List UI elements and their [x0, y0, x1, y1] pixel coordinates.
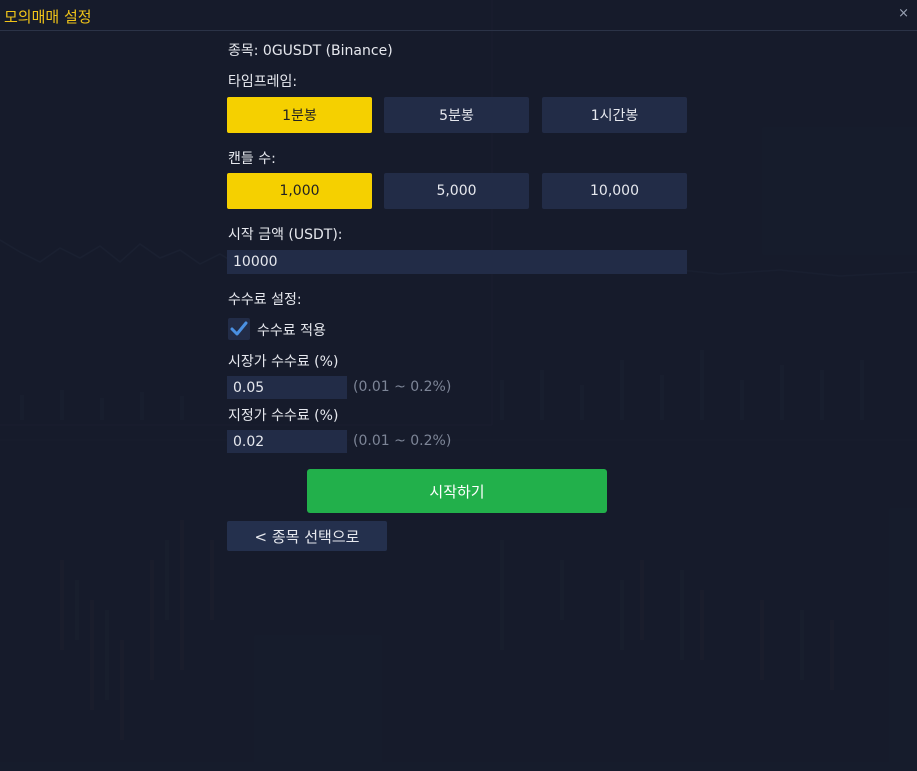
- market-fee-range-hint: (0.01 ~ 0.2%): [353, 379, 452, 395]
- candle-count-label: 캔들 수:: [228, 151, 276, 167]
- start-button[interactable]: 시작하기: [307, 469, 607, 513]
- back-to-symbol-select-button[interactable]: < 종목 선택으로: [227, 521, 387, 551]
- apply-fee-checkbox[interactable]: [228, 318, 250, 340]
- candles-1000-button[interactable]: 1,000: [227, 173, 372, 209]
- market-fee-label: 시장가 수수료 (%): [228, 354, 339, 370]
- candles-5000-button[interactable]: 5,000: [384, 173, 529, 209]
- apply-fee-label: 수수료 적용: [257, 323, 326, 339]
- market-fee-input[interactable]: [227, 376, 347, 399]
- close-icon[interactable]: ×: [898, 6, 909, 21]
- timeframe-5m-button[interactable]: 5분봉: [384, 97, 529, 133]
- dialog-titlebar: 모의매매 설정 ×: [0, 0, 917, 31]
- timeframe-1h-button[interactable]: 1시간봉: [542, 97, 687, 133]
- paper-trade-settings-dialog: 모의매매 설정 × 종목: 0GUSDT (Binance) 타임프레임: 1분…: [0, 0, 917, 771]
- symbol-info: 종목: 0GUSDT (Binance): [228, 43, 393, 59]
- start-amount-input[interactable]: [227, 250, 687, 274]
- limit-fee-range-hint: (0.01 ~ 0.2%): [353, 433, 452, 449]
- start-amount-label: 시작 금액 (USDT):: [228, 227, 343, 243]
- timeframe-1m-button[interactable]: 1분봉: [227, 97, 372, 133]
- limit-fee-input[interactable]: [227, 430, 347, 453]
- candles-10000-button[interactable]: 10,000: [542, 173, 687, 209]
- timeframe-label: 타임프레임:: [228, 74, 298, 90]
- dialog-title: 모의매매 설정: [4, 8, 92, 26]
- limit-fee-label: 지정가 수수료 (%): [228, 408, 339, 424]
- checkmark-icon: [230, 321, 248, 336]
- fee-settings-label: 수수료 설정:: [228, 292, 302, 308]
